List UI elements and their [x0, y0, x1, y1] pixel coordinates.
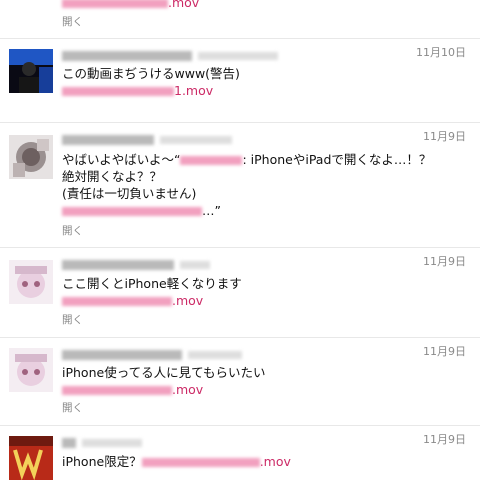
- anime-girl-avatar-icon[interactable]: [9, 348, 53, 392]
- tweet-line: ここ開くとiPhone軽くなります: [62, 276, 242, 291]
- open-link[interactable]: 開く: [62, 14, 83, 29]
- red-w-avatar-icon[interactable]: [9, 436, 53, 480]
- blurred-link: [141, 458, 260, 467]
- blurred-link: [62, 297, 172, 306]
- tweet-link[interactable]: .mov: [168, 0, 199, 10]
- tweet-date[interactable]: 11月10日: [416, 44, 466, 60]
- anime-girl-avatar-icon[interactable]: [9, 260, 53, 304]
- blurred-author-name: [62, 50, 192, 61]
- open-link[interactable]: 開く: [62, 400, 83, 415]
- tweet-link[interactable]: .mov: [172, 382, 203, 397]
- tweet-author[interactable]: [62, 344, 242, 360]
- open-link[interactable]: 開く: [62, 312, 83, 327]
- tweet-line: やばいよやばいよ～“: [62, 152, 181, 167]
- tweet-author[interactable]: [62, 45, 278, 61]
- blurred-author-name: [62, 259, 174, 270]
- previous-tweet-fragment: .mov 開く: [0, 0, 480, 32]
- tweet-link[interactable]: .mov: [172, 293, 203, 308]
- tweet-item[interactable]: 11月9日 iPhone使ってる人に見てもらいたい .mov 開く: [0, 337, 480, 426]
- tweet-line: …”: [202, 203, 221, 218]
- tweet-date[interactable]: 11月9日: [423, 128, 466, 144]
- tweet-link[interactable]: 1.mov: [174, 83, 213, 98]
- tweet-item[interactable]: 11月9日 ここ開くとiPhone軽くなります .mov 開く: [0, 247, 480, 338]
- tweet-line: (責任は一切負いません): [62, 186, 197, 201]
- tweet-text: やばいよやばいよ～“ : iPhoneやiPadで開くなよ…！？ 絶対開くなよ？？…: [62, 151, 431, 219]
- blurred-link: [62, 87, 174, 96]
- dark-figure-avatar-icon[interactable]: [9, 49, 53, 93]
- tweet-date[interactable]: 11月9日: [423, 431, 466, 447]
- blurred-author-handle: [82, 438, 142, 447]
- blurred-author-handle: [180, 260, 210, 269]
- blurred-author-handle: [160, 135, 232, 144]
- tweet-text: iPhone使ってる人に見てもらいたい .mov: [62, 364, 265, 398]
- tweet-author[interactable]: [62, 432, 142, 448]
- blurred-author-handle: [198, 51, 278, 60]
- tweet-line: iPhone限定？: [62, 454, 142, 469]
- blurred-mention: [180, 156, 243, 165]
- tweet-date[interactable]: 11月9日: [423, 253, 466, 269]
- tweet-link[interactable]: .mov: [260, 454, 291, 469]
- gray-character-avatar-icon[interactable]: [9, 135, 53, 179]
- tweet-timeline: .mov 開く 11月10日 この動画まぢうけるwww(警告) 1.mov 11…: [0, 0, 480, 480]
- blurred-link: [62, 386, 172, 395]
- tweet-item[interactable]: 11月10日 この動画まぢうけるwww(警告) 1.mov: [0, 38, 480, 123]
- open-link[interactable]: 開く: [62, 223, 83, 238]
- blurred-link: [62, 0, 168, 8]
- tweet-text: ここ開くとiPhone軽くなります .mov: [62, 275, 242, 309]
- blurred-author-handle: [188, 350, 242, 359]
- tweet-line: : iPhoneやiPadで開くなよ…！？: [242, 152, 432, 167]
- tweet-text: iPhone限定？ .mov: [62, 453, 291, 470]
- blurred-author-name: [62, 134, 154, 145]
- blurred-author-name: [62, 437, 76, 448]
- tweet-item[interactable]: 11月9日 iPhone限定？ .mov: [0, 425, 480, 480]
- tweet-author[interactable]: [62, 129, 232, 145]
- blurred-author-name: [62, 349, 182, 360]
- tweet-author[interactable]: [62, 254, 210, 270]
- tweet-text: .mov: [62, 0, 199, 11]
- tweet-date[interactable]: 11月9日: [423, 343, 466, 359]
- tweet-text: この動画まぢうけるwww(警告) 1.mov: [62, 65, 240, 99]
- tweet-line: 絶対開くなよ？？: [62, 169, 163, 184]
- blurred-link[interactable]: [62, 207, 202, 216]
- tweet-line: iPhone使ってる人に見てもらいたい: [62, 365, 266, 380]
- tweet-item[interactable]: 11月9日 やばいよやばいよ～“ : iPhoneやiPadで開くなよ…！？ 絶対…: [0, 122, 480, 248]
- tweet-line: この動画まぢうけるwww(警告): [62, 66, 240, 81]
